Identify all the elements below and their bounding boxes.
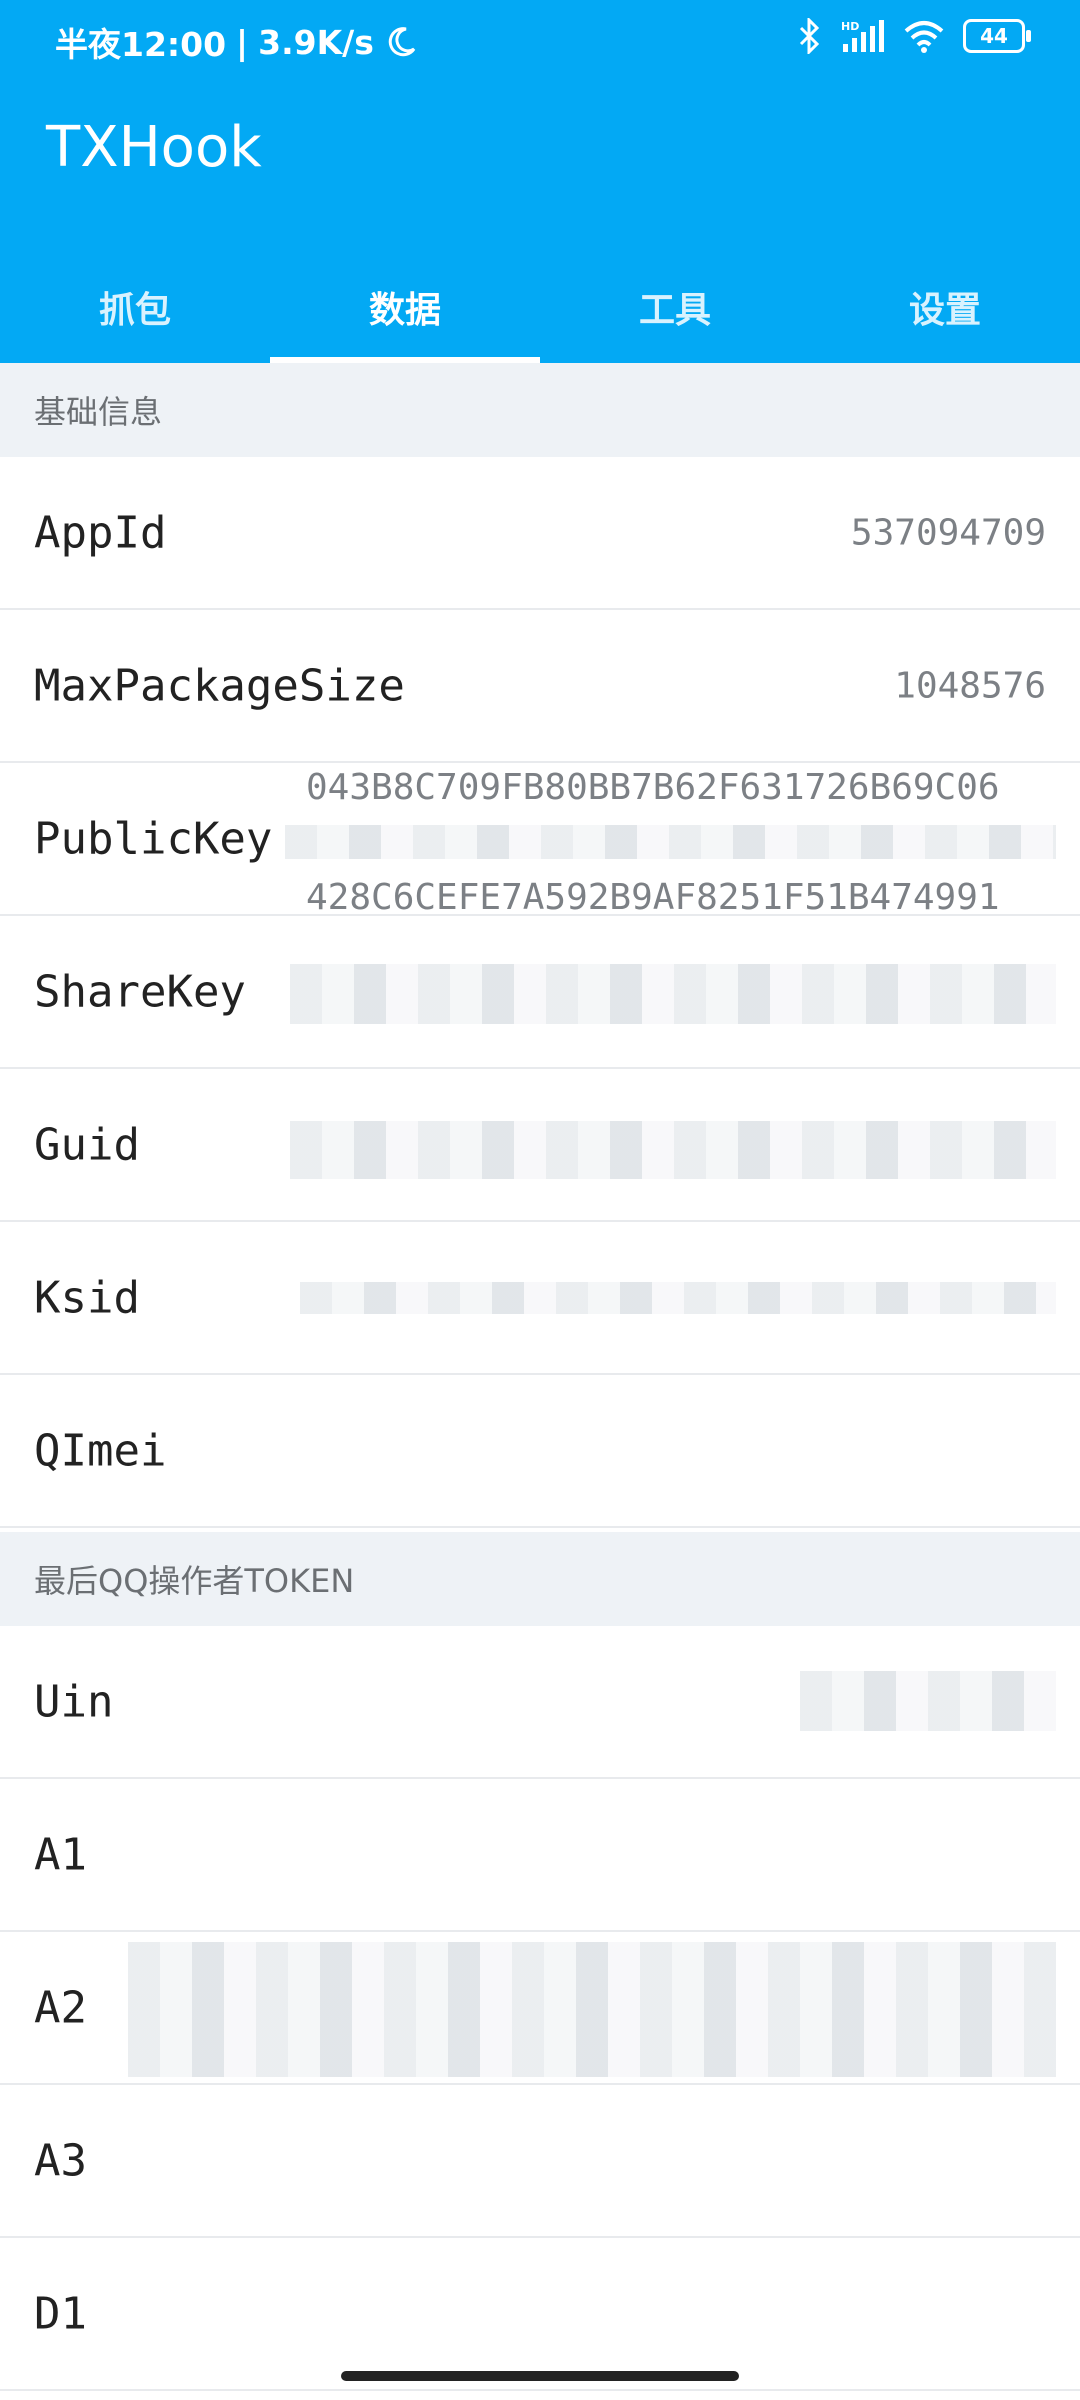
row-label: ShareKey bbox=[34, 966, 246, 1017]
status-time: 半夜12:00 bbox=[55, 25, 227, 64]
hd-label: HD bbox=[841, 20, 859, 33]
tab-settings[interactable]: 设置 bbox=[810, 250, 1080, 363]
row-label: Ksid bbox=[34, 1272, 140, 1323]
row-uin[interactable]: Uin bbox=[0, 1626, 1080, 1779]
row-a2[interactable]: A2 bbox=[0, 1932, 1080, 2085]
redacted-value bbox=[285, 825, 1056, 859]
row-guid[interactable]: Guid bbox=[0, 1069, 1080, 1222]
bluetooth-icon bbox=[797, 18, 821, 54]
home-indicator[interactable] bbox=[341, 2371, 739, 2381]
section-token: 最后QQ操作者TOKEN bbox=[0, 1532, 1080, 1626]
row-appid[interactable]: AppId 537094709 bbox=[0, 457, 1080, 610]
row-qimei[interactable]: QImei bbox=[0, 1375, 1080, 1528]
row-label: PublicKey bbox=[34, 813, 273, 864]
row-label: D1 bbox=[34, 2288, 87, 2339]
row-value: 1048576 bbox=[894, 665, 1046, 706]
row-label: AppId bbox=[34, 507, 167, 558]
status-separator: | bbox=[236, 22, 249, 62]
row-label: A3 bbox=[34, 2135, 87, 2186]
row-label: A1 bbox=[34, 1829, 87, 1880]
row-label: Uin bbox=[34, 1676, 114, 1727]
status-bar: 半夜12:00 | 3.9K/s HD 44 bbox=[0, 0, 1080, 84]
row-a3[interactable]: A3 bbox=[0, 2085, 1080, 2238]
redacted-value bbox=[290, 1121, 1056, 1179]
app-bar: 半夜12:00 | 3.9K/s HD 44 TXHook 抓包 数据 工具 设… bbox=[0, 0, 1080, 363]
tab-bar: 抓包 数据 工具 设置 bbox=[0, 250, 1080, 363]
row-label: Guid bbox=[34, 1119, 140, 1170]
wifi-icon bbox=[903, 19, 945, 53]
row-label: QImei bbox=[34, 1425, 167, 1476]
redacted-value bbox=[290, 964, 1056, 1024]
moon-icon bbox=[384, 25, 418, 59]
redacted-value bbox=[300, 1282, 1056, 1314]
row-value: 537094709 bbox=[850, 512, 1046, 553]
row-a1[interactable]: A1 bbox=[0, 1779, 1080, 1932]
status-left: 半夜12:00 | 3.9K/s bbox=[55, 18, 418, 66]
battery-level: 44 bbox=[980, 24, 1008, 48]
row-d1[interactable]: D1 bbox=[0, 2238, 1080, 2391]
tab-tools[interactable]: 工具 bbox=[540, 250, 810, 363]
row-sharekey[interactable]: ShareKey bbox=[0, 916, 1080, 1069]
signal-icon: HD bbox=[839, 18, 885, 54]
tab-data[interactable]: 数据 bbox=[270, 250, 540, 363]
row-label: A2 bbox=[34, 1982, 87, 2033]
row-ksid[interactable]: Ksid bbox=[0, 1222, 1080, 1375]
redacted-value bbox=[800, 1671, 1056, 1731]
row-maxpackagesize[interactable]: MaxPackageSize 1048576 bbox=[0, 610, 1080, 763]
battery-icon: 44 bbox=[963, 19, 1031, 53]
row-label: MaxPackageSize bbox=[34, 660, 405, 711]
publickey-line-1: 043B8C709FB80BB7B62F631726B69C06 bbox=[306, 767, 1000, 808]
redacted-value bbox=[128, 1942, 1056, 2077]
status-speed: 3.9K/s bbox=[258, 22, 374, 62]
row-publickey[interactable]: PublicKey 043B8C709FB80BB7B62F631726B69C… bbox=[0, 763, 1080, 916]
tab-capture[interactable]: 抓包 bbox=[0, 250, 270, 363]
app-title: TXHook bbox=[46, 115, 262, 180]
section-basic-info: 基础信息 bbox=[0, 363, 1080, 457]
status-right: HD 44 bbox=[797, 18, 1031, 54]
publickey-line-3: 428C6CEFE7A592B9AF8251F51B474991 bbox=[306, 877, 1000, 914]
